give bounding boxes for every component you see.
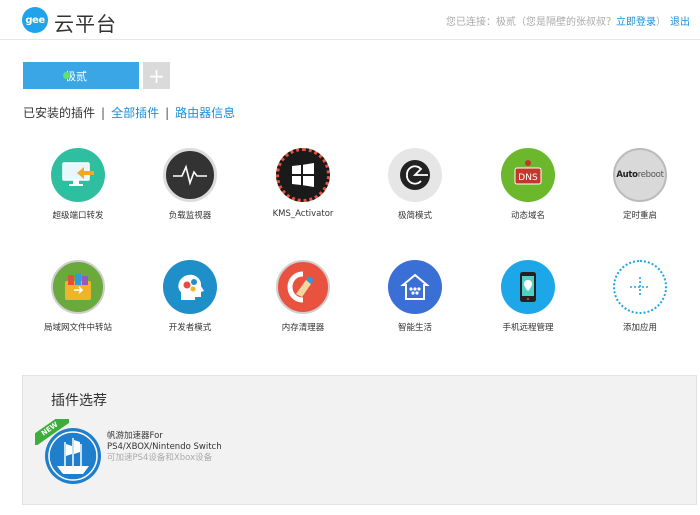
- nav-separator: |: [165, 106, 170, 120]
- plugin-label: 手机远程管理: [502, 323, 554, 333]
- plugin-load-monitor[interactable]: 负载监视器: [140, 148, 240, 221]
- plugin-kms-activator[interactable]: KMS_Activator: [253, 148, 353, 219]
- plugin-developer-mode[interactable]: 开发者模式: [140, 260, 240, 333]
- plugin-port-forward[interactable]: 超级端口转发: [28, 148, 128, 221]
- plugin-minimal-mode[interactable]: 极简模式: [365, 148, 465, 221]
- top-bar: gee 云平台 您已连接：极贰（您是隔壁的张叔叔？立即登录） 退出: [0, 0, 700, 40]
- minimal-mode-icon: [388, 148, 442, 202]
- plugin-lan-file-transfer[interactable]: 局域网文件中转站: [28, 260, 128, 333]
- connection-status: 您已连接：极贰（您是隔壁的张叔叔？立即登录） 退出: [446, 13, 690, 28]
- developer-mode-icon: [163, 260, 217, 314]
- plugin-label: 动态域名: [510, 211, 545, 221]
- game-accelerator-plugin[interactable]: 帆游加速器For PS4/XBOX/Nintendo Switch 可加速PS4…: [107, 431, 222, 464]
- plugin-label: 内存清理器: [281, 323, 325, 333]
- tab-router-info[interactable]: 路由器信息: [175, 104, 235, 121]
- feature-line-1: 帆游加速器For: [107, 431, 163, 441]
- add-app-button[interactable]: 添加应用: [590, 260, 690, 333]
- memory-cleaner-icon: [276, 260, 330, 314]
- gee-logo[interactable]: gee: [22, 7, 48, 33]
- router-tab[interactable]: 极贰: [23, 62, 139, 89]
- new-badge-label: NEW: [35, 419, 69, 445]
- plugin-mobile-remote[interactable]: 手机远程管理: [478, 260, 578, 333]
- app-title: 云平台: [54, 12, 117, 36]
- load-monitor-icon: [163, 148, 217, 202]
- plugin-label: 超级端口转发: [52, 211, 104, 221]
- plugin-label: KMS_Activator: [272, 209, 334, 219]
- smart-life-icon: [388, 260, 442, 314]
- add-app-icon: [613, 260, 667, 314]
- plugin-label: 开发者模式: [168, 323, 212, 333]
- status-text: 您已连接：极贰（您是隔壁的张叔叔？: [446, 17, 616, 28]
- logout-link[interactable]: 退出: [670, 17, 690, 28]
- plugin-dynamic-dns[interactable]: DNS 动态域名: [478, 148, 578, 221]
- feature-description: 可加速PS4设备和Xbox设备: [107, 453, 213, 463]
- plugin-subnav: 已安装的插件 | 全部插件 | 路由器信息: [23, 104, 235, 121]
- dns-icon: DNS: [501, 148, 555, 202]
- plugin-label: 定时重启: [622, 211, 657, 221]
- add-router-button[interactable]: +: [143, 62, 170, 89]
- plugin-label: 智能生活: [397, 323, 432, 333]
- plugin-memory-cleaner[interactable]: 内存清理器: [253, 260, 353, 333]
- status-close: ）: [656, 17, 666, 28]
- panel-title: 插件选荐: [51, 393, 107, 409]
- plugin-label: 局域网文件中转站: [43, 323, 112, 333]
- plugin-label: 负载监视器: [168, 211, 212, 221]
- plugin-smart-life[interactable]: 智能生活: [365, 260, 465, 333]
- login-link[interactable]: 立即登录: [616, 17, 656, 28]
- auto-reboot-auto: Auto: [616, 170, 638, 180]
- online-status-dot: [63, 72, 70, 79]
- plugin-auto-reboot[interactable]: Autoreboot 定时重启: [590, 148, 690, 221]
- plugin-label: 极简模式: [397, 211, 432, 221]
- plugin-label: 添加应用: [622, 323, 657, 333]
- feature-line-2: PS4/XBOX/Nintendo Switch: [107, 442, 222, 452]
- windows-icon: [276, 148, 330, 202]
- auto-reboot-reboot: reboot: [637, 170, 664, 180]
- recommended-plugins-panel: 插件选荐 NEW 帆游加速器For PS4/XBOX/Nintendo Swit…: [22, 375, 697, 505]
- tab-all-plugins[interactable]: 全部插件: [111, 104, 159, 121]
- port-forward-icon: [51, 148, 105, 202]
- nav-separator: |: [101, 106, 106, 120]
- tab-installed-plugins[interactable]: 已安装的插件: [23, 104, 95, 121]
- auto-reboot-icon: Autoreboot: [613, 148, 667, 202]
- dns-text: DNS: [518, 173, 538, 183]
- file-transfer-icon: [51, 260, 105, 314]
- new-badge: NEW: [35, 419, 69, 445]
- mobile-remote-icon: [501, 260, 555, 314]
